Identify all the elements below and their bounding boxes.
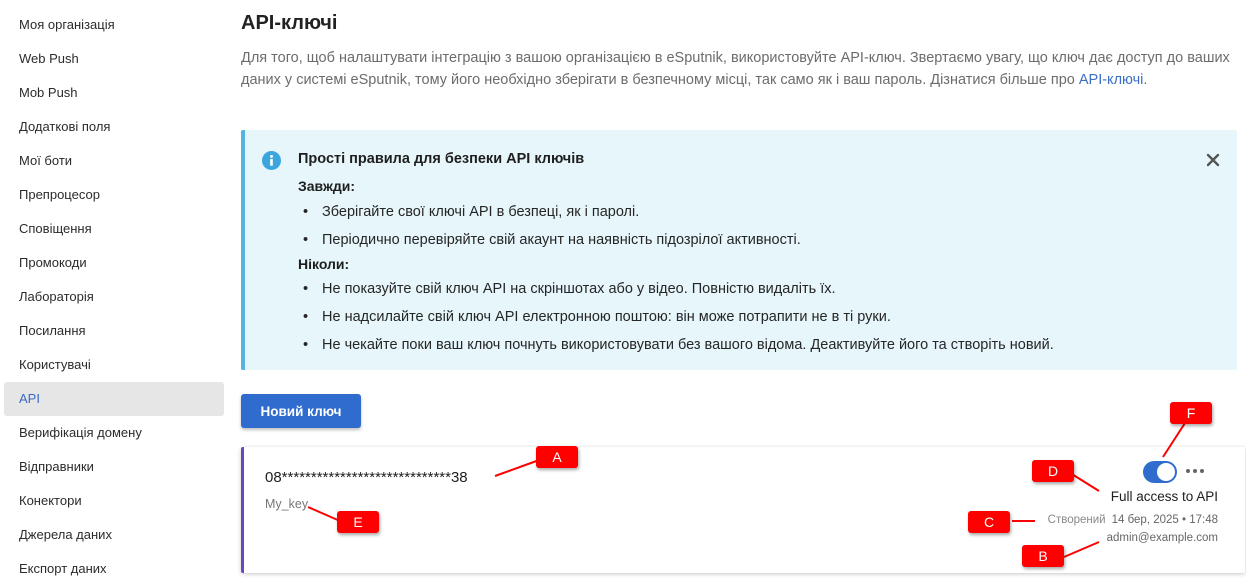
sidebar-item-notifications[interactable]: Сповіщення (4, 212, 224, 246)
always-item: Періодично перевіряйте свій акаунт на на… (303, 232, 801, 248)
page-title: API-ключі (241, 12, 338, 34)
info-icon (262, 151, 281, 170)
never-item: Не чекайте поки ваш ключ почнуть викорис… (303, 337, 1054, 353)
sidebar-item-domain-verification[interactable]: Верифікація домену (4, 416, 224, 450)
sidebar-item-connectors[interactable]: Конектори (4, 484, 224, 518)
sidebar-item-preprocessor[interactable]: Препроцесор (4, 178, 224, 212)
intro-text: Для того, щоб налаштувати інтеграцію з в… (241, 47, 1237, 91)
always-label: Завжди: (298, 178, 356, 194)
sidebar-item-senders[interactable]: Відправники (4, 450, 224, 484)
toggle-knob (1157, 463, 1175, 481)
access-level-label: Full access to API (1110, 489, 1218, 504)
created-label: Створений (1047, 514, 1106, 526)
api-key-name: My_key (265, 497, 309, 511)
api-key-card: 08*****************************38 My_key… (241, 447, 1245, 573)
masked-api-key: 08*****************************38 (265, 469, 468, 486)
key-author: admin@example.com (1106, 532, 1218, 544)
annotation-marker-f: F (1170, 402, 1212, 424)
annotation-marker-d: D (1032, 460, 1074, 482)
sidebar-item-custom-fields[interactable]: Додаткові поля (4, 110, 224, 144)
intro-end: . (1143, 72, 1148, 88)
sidebar-item-web-push[interactable]: Web Push (4, 42, 224, 76)
annotation-marker-a: A (536, 446, 578, 468)
sidebar-item-data-sources[interactable]: Джерела даних (4, 518, 224, 552)
sidebar-item-api[interactable]: API (4, 382, 224, 416)
new-key-button[interactable]: Новий ключ (241, 394, 361, 428)
sidebar-item-mob-push[interactable]: Mob Push (4, 76, 224, 110)
never-label: Ніколи: (298, 256, 350, 272)
sidebar-item-organization[interactable]: Моя організація (4, 8, 224, 42)
api-keys-docs-link[interactable]: API-ключі (1079, 72, 1144, 88)
annotation-marker-b: B (1022, 545, 1064, 567)
sidebar-item-laboratory[interactable]: Лабораторія (4, 280, 224, 314)
more-options-icon[interactable] (1184, 463, 1206, 479)
never-item: Не надсилайте свій ключ API електронною … (303, 309, 891, 325)
sidebar-item-links[interactable]: Посилання (4, 314, 224, 348)
always-item: Зберігайте свої ключі API в безпеці, як … (303, 204, 639, 220)
created-info: Створений 14 бер, 2025 • 17:48 (1048, 514, 1218, 526)
annotation-marker-c: C (968, 511, 1010, 533)
notice-title: Прості правила для безпеки API ключів (298, 151, 585, 167)
sidebar-item-data-export[interactable]: Експорт даних (4, 552, 224, 582)
never-item: Не показуйте свій ключ API на скріншотах… (303, 281, 836, 297)
api-key-enabled-toggle[interactable] (1143, 461, 1177, 483)
settings-sidebar: Моя організація Web Push Mob Push Додатк… (0, 0, 228, 582)
sidebar-item-users[interactable]: Користувачі (4, 348, 224, 382)
close-icon[interactable] (1205, 152, 1221, 168)
sidebar-item-promocodes[interactable]: Промокоди (4, 246, 224, 280)
annotation-marker-e: E (337, 511, 379, 533)
security-notice: Прості правила для безпеки API ключів За… (241, 130, 1237, 370)
api-keys-page: API-ключі Для того, щоб налаштувати інте… (241, 0, 1245, 582)
created-date: 14 бер, 2025 • 17:48 (1111, 514, 1218, 526)
sidebar-item-bots[interactable]: Мої боти (4, 144, 224, 178)
